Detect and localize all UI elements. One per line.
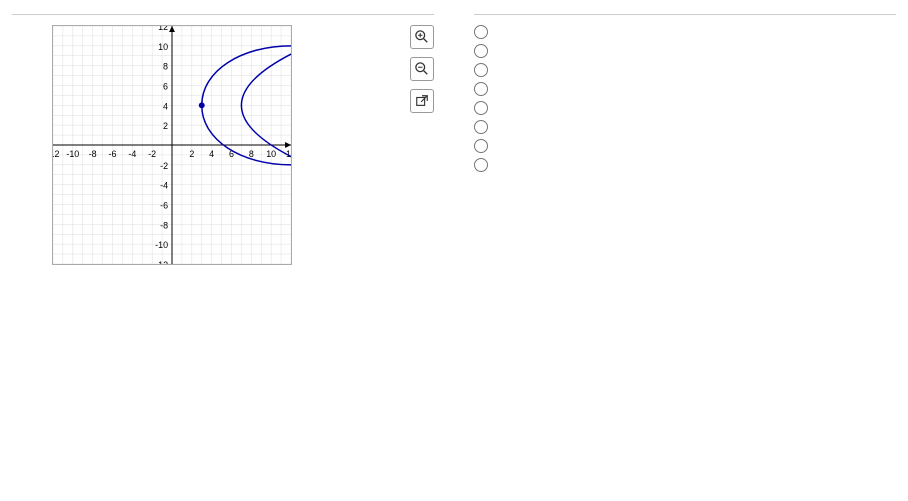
svg-text:4: 4 bbox=[163, 101, 168, 111]
radio-g[interactable] bbox=[474, 139, 488, 153]
radio-c[interactable] bbox=[474, 63, 488, 77]
svg-text:-2: -2 bbox=[160, 161, 168, 171]
svg-text:4: 4 bbox=[209, 149, 214, 159]
choice-prompt bbox=[474, 8, 896, 15]
svg-text:8: 8 bbox=[163, 62, 168, 72]
choice-h[interactable] bbox=[474, 158, 896, 172]
graph-area: -12-10-8-6-4-2 24681012 12108642 -2-4-6-… bbox=[12, 25, 434, 268]
radio-b[interactable] bbox=[474, 44, 488, 58]
choice-f[interactable] bbox=[474, 120, 896, 134]
svg-text:2: 2 bbox=[189, 149, 194, 159]
popout-icon bbox=[415, 94, 429, 108]
zoom-out-button[interactable] bbox=[410, 57, 434, 81]
svg-text:-6: -6 bbox=[160, 200, 168, 210]
svg-text:-8: -8 bbox=[160, 220, 168, 230]
choice-c[interactable] bbox=[474, 63, 896, 77]
svg-text:-4: -4 bbox=[160, 181, 168, 191]
radio-d[interactable] bbox=[474, 82, 488, 96]
svg-text:-12: -12 bbox=[155, 260, 168, 265]
choice-g[interactable] bbox=[474, 139, 896, 153]
choice-d[interactable] bbox=[474, 82, 896, 96]
choice-b[interactable] bbox=[474, 44, 896, 58]
zoom-out-icon bbox=[415, 62, 429, 76]
popout-button[interactable] bbox=[410, 89, 434, 113]
svg-text:10: 10 bbox=[158, 42, 168, 52]
svg-text:-8: -8 bbox=[89, 149, 97, 159]
svg-text:-2: -2 bbox=[148, 149, 156, 159]
choice-a[interactable] bbox=[474, 25, 896, 39]
svg-text:-10: -10 bbox=[66, 149, 79, 159]
svg-text:6: 6 bbox=[163, 81, 168, 91]
svg-text:-4: -4 bbox=[128, 149, 136, 159]
zoom-in-icon bbox=[415, 30, 429, 44]
svg-text:10: 10 bbox=[266, 149, 276, 159]
svg-text:-6: -6 bbox=[109, 149, 117, 159]
svg-text:2: 2 bbox=[163, 121, 168, 131]
radio-e[interactable] bbox=[474, 101, 488, 115]
choices-list bbox=[474, 25, 896, 172]
svg-text:-12: -12 bbox=[52, 149, 59, 159]
parabola-graph: -12-10-8-6-4-2 24681012 12108642 -2-4-6-… bbox=[52, 25, 292, 265]
radio-h[interactable] bbox=[474, 158, 488, 172]
question-text bbox=[12, 8, 434, 15]
zoom-in-button[interactable] bbox=[410, 25, 434, 49]
svg-text:-10: -10 bbox=[155, 240, 168, 250]
svg-text:12: 12 bbox=[158, 25, 168, 32]
choice-e[interactable] bbox=[474, 101, 896, 115]
radio-f[interactable] bbox=[474, 120, 488, 134]
svg-text:8: 8 bbox=[249, 149, 254, 159]
radio-a[interactable] bbox=[474, 25, 488, 39]
